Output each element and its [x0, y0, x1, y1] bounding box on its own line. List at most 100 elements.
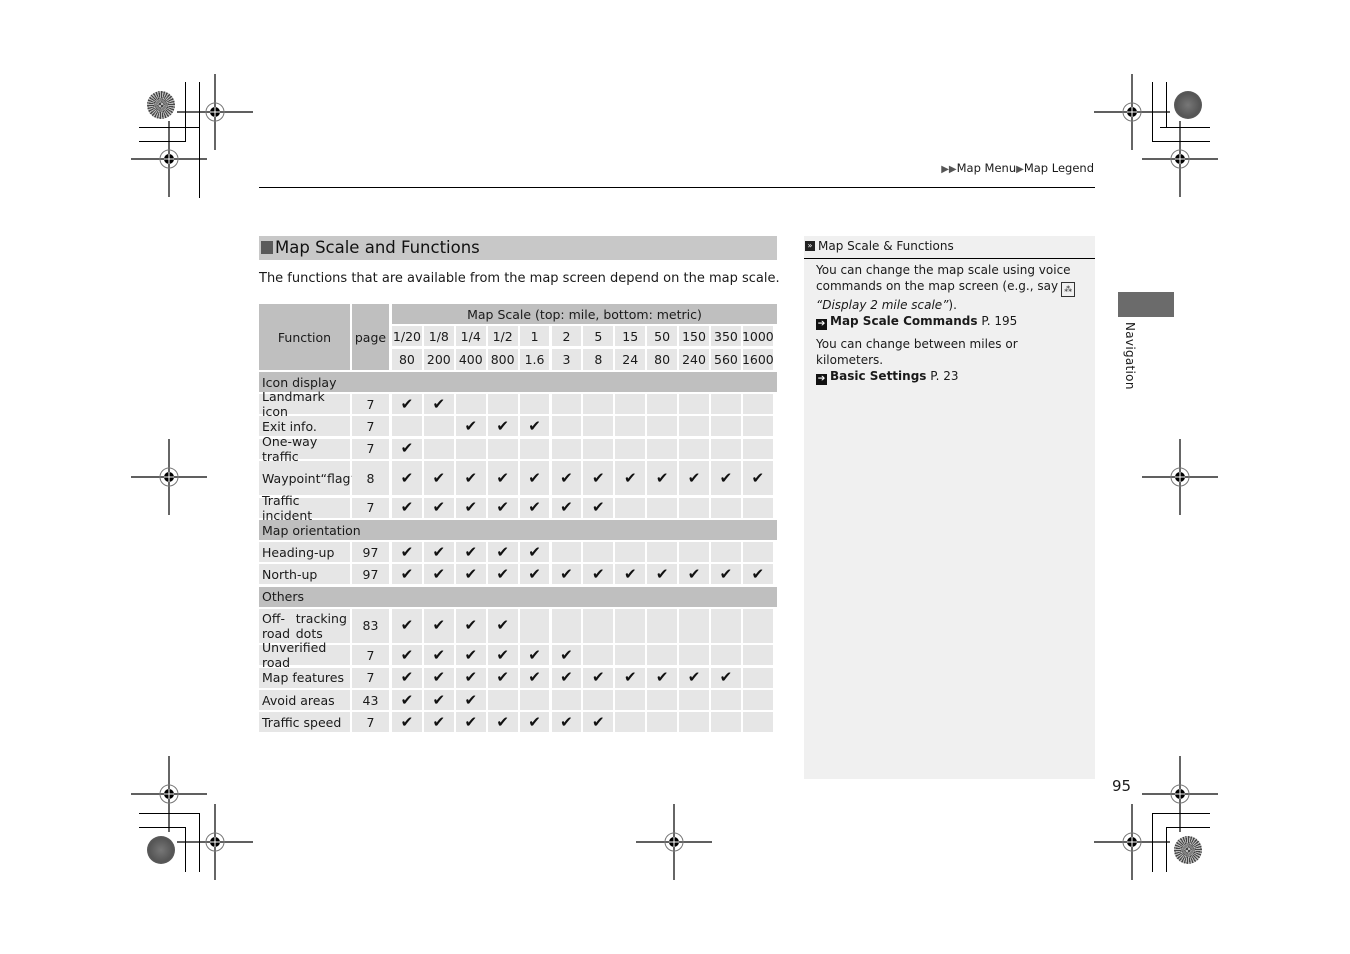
scale-cell: ✔	[392, 564, 422, 585]
check-icon: ✔	[400, 668, 414, 687]
scale-cell	[519, 690, 550, 710]
check-icon: ✔	[623, 668, 637, 687]
section-header: Map Scale and Functions	[259, 236, 777, 260]
scale-cell: ✔	[423, 712, 454, 733]
scale-cell: ✔	[711, 667, 741, 688]
voice-command-example: “Display 2 mile scale”	[816, 298, 949, 312]
scale-cell: ✔	[551, 645, 582, 666]
header-scale-mile: 1/4	[455, 326, 486, 346]
scale-cell	[647, 416, 678, 437]
function-name: Off-road tracking dots	[259, 608, 350, 643]
check-icon: ✔	[560, 564, 573, 583]
crosshair-icon	[177, 804, 253, 880]
page-ref: 7	[352, 416, 389, 437]
scale-cell	[742, 542, 773, 562]
scale-cell	[423, 416, 454, 437]
scale-cell: ✔	[647, 667, 678, 688]
function-name-line: tracking dots	[295, 610, 347, 641]
scale-cell: ✔	[551, 667, 582, 688]
scale-cell: ✔	[711, 461, 741, 496]
header-scale-metric: 24	[615, 349, 646, 370]
scale-cell	[711, 497, 741, 518]
check-icon: ✔	[528, 712, 541, 731]
header-scale-mile: 1	[519, 326, 550, 346]
check-icon: ✔	[528, 416, 541, 435]
scale-cell: ✔	[615, 564, 646, 585]
breadcrumb-item[interactable]: Map Legend	[1024, 161, 1094, 175]
scale-cell	[551, 690, 582, 710]
scale-cell: ✔	[551, 461, 582, 496]
ref-page[interactable]: P. 195	[981, 314, 1017, 328]
ref-link-basic-settings[interactable]: Basic Settings	[830, 369, 926, 383]
header-rule	[259, 187, 1095, 188]
check-icon: ✔	[464, 690, 478, 709]
check-icon: ✔	[592, 712, 605, 731]
scale-cell: ✔	[583, 564, 614, 585]
crosshair-icon	[1142, 121, 1218, 197]
header-scale-mile: 15	[615, 326, 646, 346]
scale-cell: ✔	[519, 542, 550, 562]
scale-cell: ✔	[615, 667, 646, 688]
breadcrumb: ▶▶Map Menu▶Map Legend	[941, 161, 1094, 175]
scale-cell	[647, 690, 678, 710]
scale-cell	[551, 394, 582, 414]
ref-page[interactable]: P. 23	[930, 369, 958, 383]
check-icon: ✔	[592, 668, 605, 687]
function-name: Traffic incident	[259, 493, 350, 523]
breadcrumb-item[interactable]: Map Menu	[957, 161, 1017, 175]
scale-cell: ✔	[647, 461, 678, 496]
scale-cell: ✔	[455, 645, 486, 666]
scale-cell: ✔	[519, 712, 550, 733]
scale-cell	[615, 416, 646, 437]
page-ref: 7	[352, 645, 389, 666]
cross-reference-icon: ➔	[816, 374, 827, 385]
scale-cell: ✔	[423, 645, 454, 666]
check-icon: ✔	[432, 564, 446, 583]
scale-cell	[487, 690, 518, 710]
check-icon: ✔	[719, 564, 733, 583]
scale-cell: ✔	[392, 608, 422, 643]
check-icon: ✔	[432, 616, 446, 635]
scale-cell: ✔	[455, 497, 486, 518]
header-scale-mile: 150	[679, 326, 709, 346]
check-icon: ✔	[560, 645, 573, 664]
scale-cell: ✔	[711, 564, 741, 585]
scale-cell: ✔	[392, 542, 422, 562]
chapter-tab[interactable]	[1118, 292, 1174, 317]
scale-cell	[615, 394, 646, 414]
check-icon: ✔	[592, 564, 605, 583]
chapter-tab-label: Navigation	[1123, 322, 1137, 390]
scale-cell	[647, 497, 678, 518]
scale-cell	[551, 608, 582, 643]
side-note-text: You can change between miles or kilomete…	[816, 337, 1018, 367]
scale-cell	[742, 645, 773, 666]
scale-cell	[423, 438, 454, 459]
scale-cell	[583, 438, 614, 459]
scale-cell	[615, 438, 646, 459]
crosshair-icon	[1142, 439, 1218, 515]
scale-cell: ✔	[455, 667, 486, 688]
side-note-text-end: ).	[948, 298, 957, 312]
scale-cell: ✔	[519, 416, 550, 437]
page-ref: 7	[352, 667, 389, 688]
check-icon: ✔	[432, 645, 446, 664]
function-name: Avoid areas	[259, 690, 350, 710]
scale-cell: ✔	[487, 542, 518, 562]
side-note-text: You can change the map scale using voice…	[816, 263, 1071, 293]
ref-link-map-scale-commands[interactable]: Map Scale Commands	[830, 314, 978, 328]
function-name-line: Off-road	[262, 610, 291, 641]
section-intro: The functions that are available from th…	[259, 271, 780, 286]
scale-cell: ✔	[519, 497, 550, 518]
check-icon: ✔	[400, 542, 414, 561]
page-ref: 7	[352, 394, 389, 414]
check-icon: ✔	[496, 645, 509, 664]
scale-cell: ✔	[583, 712, 614, 733]
check-icon: ✔	[496, 668, 509, 687]
scale-cell: ✔	[423, 667, 454, 688]
header-scale-mile: 1/8	[423, 326, 454, 346]
header-scale-mile: 1/2	[487, 326, 518, 346]
page-ref: 43	[352, 690, 389, 710]
crosshair-icon	[1142, 756, 1218, 832]
scale-cell	[742, 608, 773, 643]
header-scale-mile: 2	[551, 326, 582, 346]
